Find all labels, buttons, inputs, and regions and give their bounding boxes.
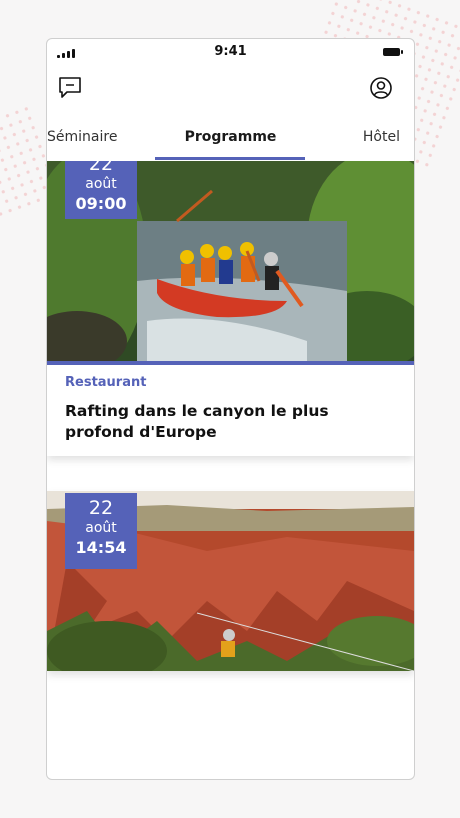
canyon-zipline-photo: 22 août 14:54: [47, 491, 414, 671]
event-date-badge: 22 août 09:00: [65, 161, 137, 219]
tab-bar: Séminaire Programme Hôtel: [47, 127, 414, 161]
status-time: 9:41: [214, 44, 247, 59]
tab-hotel[interactable]: Hôtel: [363, 129, 400, 145]
event-day: 22: [88, 497, 114, 519]
event-date-badge: 22 août 14:54: [65, 493, 137, 569]
rafting-photo: 22 août 09:00: [47, 161, 414, 365]
user-circle-icon[interactable]: [368, 75, 394, 101]
status-bar: 9:41: [47, 39, 414, 65]
battery-icon: [383, 48, 403, 56]
event-card[interactable]: 22 août 09:00 Restaurant Rafting dans le…: [47, 161, 414, 456]
phone-frame: 9:41 Séminaire Programme Hôtel 22 août 0…: [46, 38, 415, 780]
tab-programme[interactable]: Programme: [47, 129, 414, 145]
event-category: Restaurant: [65, 375, 147, 390]
event-title: Rafting dans le canyon le plus profond d…: [65, 402, 329, 441]
event-card[interactable]: 22 août 14:54: [47, 491, 414, 671]
event-month: août: [85, 520, 117, 536]
event-list: 22 août 09:00 Restaurant Rafting dans le…: [47, 161, 414, 779]
event-time: 14:54: [75, 538, 127, 557]
event-time: 09:00: [75, 194, 127, 213]
event-day: 22: [88, 161, 114, 175]
chat-bubble-icon[interactable]: [57, 75, 83, 101]
active-tab-indicator: [155, 157, 305, 160]
top-bar: [47, 73, 414, 107]
event-month: août: [85, 176, 117, 192]
